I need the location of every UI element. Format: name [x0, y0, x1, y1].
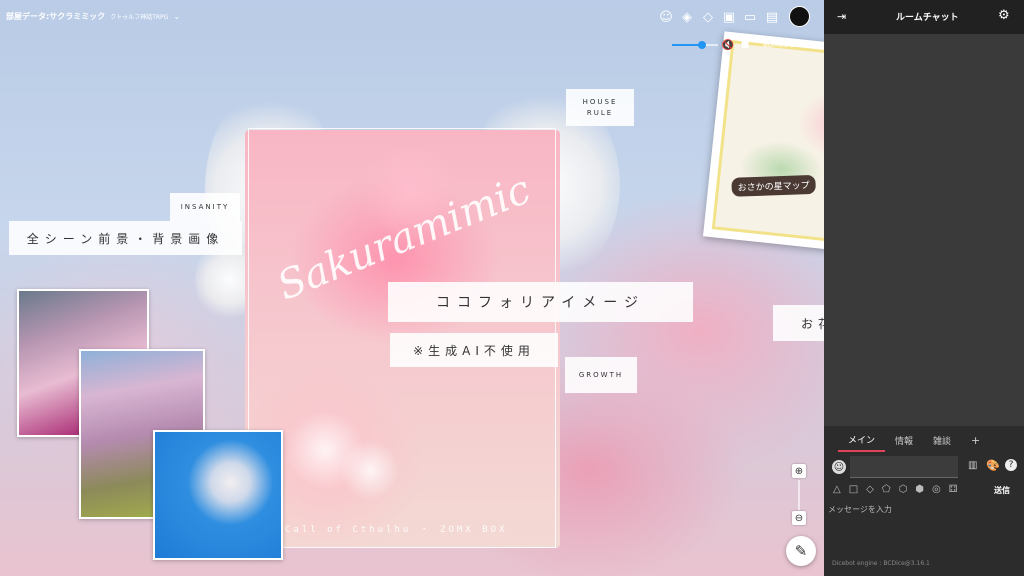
scene-label-text: 全シーン前景・背景画像 — [26, 231, 225, 246]
d12-icon[interactable]: ⬡ — [899, 484, 908, 495]
dice-toolbar: △ □ ◇ ⬠ ⬡ ⬢ ◎ ⚃ — [833, 484, 957, 495]
room-chat-panel: ⇥ ルームチャット ⚙ メイン 情報 雑談 + ☺ ▥ 🎨 ? △ □ ◇ ⬠ … — [824, 0, 1024, 576]
layers-icon[interactable]: ◈ — [679, 9, 695, 25]
message-placeholder: メッセージを入力 — [828, 505, 892, 514]
d6-icon[interactable]: □ — [849, 484, 858, 495]
collapse-icon[interactable]: ⇥ — [837, 10, 846, 23]
dicebot-text: Dicebot engine : BCDice@3.16.1 — [832, 560, 930, 567]
dice-icon[interactable]: ⚃ — [949, 484, 958, 495]
hanami-map: おさかの星マップ — [711, 40, 824, 256]
hanami-map-label-text: お花見スポットマップ — [800, 316, 824, 331]
board[interactable]: Sakuramimic Call of Cthulhu ・ ZOMX BOX 全… — [0, 0, 824, 576]
dicebot-label[interactable]: Dicebot engine : BCDice@3.16.1 — [832, 560, 930, 567]
send-button[interactable]: 送信 — [994, 485, 1010, 496]
photo-blue-sky-blossoms[interactable] — [153, 430, 283, 560]
hanami-map-card[interactable]: おさかの星マップ — [702, 31, 824, 265]
house-rule-tag-text: HOUSE RULE — [582, 97, 618, 117]
volume-slider[interactable] — [672, 41, 718, 49]
scene-label[interactable]: 全シーン前景・背景画像 — [9, 221, 242, 255]
cocofolia-image-label-text: ココフォリアイメージ — [435, 295, 646, 311]
character-name-field[interactable] — [850, 456, 958, 478]
bgm-track-2[interactable]: BGM02 — [790, 41, 815, 49]
hanami-map-label[interactable]: お花見スポットマップ — [773, 305, 824, 341]
zoom-track[interactable] — [798, 480, 800, 510]
bgm-track-1[interactable]: BGM01 — [763, 41, 788, 49]
image-icon[interactable]: ▤ — [764, 9, 780, 25]
add-tab-button[interactable]: + — [961, 428, 990, 452]
cocofolia-image-label[interactable]: ココフォリアイメージ — [388, 282, 693, 322]
no-ai-label-text: ※生成AI不使用 — [413, 343, 535, 358]
chat-add-icon[interactable]: ▣ — [721, 9, 737, 25]
room-title: 部屋データ:サクラミミック — [6, 12, 106, 21]
avatar[interactable] — [789, 6, 810, 27]
no-ai-label[interactable]: ※生成AI不使用 — [390, 333, 558, 367]
room-subtitle: クトゥルフ神話TRPG — [110, 14, 169, 21]
chat-compose: ☺ ▥ 🎨 ? △ □ ◇ ⬠ ⬡ ⬢ ◎ ⚃ 送信 メッセージを入力 Dice… — [824, 452, 1024, 576]
zoom-out-button[interactable]: ⊖ — [792, 511, 806, 525]
mute-icon[interactable]: 🔇 — [720, 37, 736, 53]
notes-icon[interactable]: ▥ — [968, 460, 977, 471]
volume-thumb[interactable] — [697, 41, 706, 49]
character-face-icon[interactable]: ☺ — [832, 460, 846, 474]
d100-icon[interactable]: ◎ — [932, 484, 941, 495]
d8-icon[interactable]: ◇ — [866, 484, 874, 495]
tab-chitchat[interactable]: 雑談 — [923, 428, 961, 452]
palette-icon[interactable]: 🎨 — [986, 459, 1000, 472]
chat-title: ルームチャット — [896, 13, 959, 23]
stop-icon[interactable]: ■ — [737, 37, 753, 53]
chat-tabs: メイン 情報 雑談 + — [824, 428, 1024, 452]
house-rule-tag[interactable]: HOUSE RULE — [566, 89, 634, 126]
screen-icon[interactable]: ▭ — [742, 9, 758, 25]
tab-main[interactable]: メイン — [838, 428, 886, 452]
insanity-tag[interactable]: INSANITY — [170, 193, 240, 221]
map-title: おさかの星マップ — [731, 174, 816, 197]
chat-header: ⇥ ルームチャット ⚙ — [824, 0, 1024, 34]
chat-log[interactable] — [824, 34, 1024, 426]
growth-tag-text: GROWTH — [578, 370, 624, 379]
growth-tag[interactable]: GROWTH — [565, 357, 637, 393]
face-icon[interactable]: ☺ — [658, 9, 674, 25]
d10-icon[interactable]: ⬠ — [882, 484, 891, 495]
chevron-down-icon[interactable]: ⌄ — [173, 12, 180, 21]
zoom-in-button[interactable]: ⊕ — [792, 464, 806, 478]
tab-info[interactable]: 情報 — [885, 428, 923, 452]
gear-icon[interactable]: ⚙ — [998, 8, 1010, 23]
layers-alt-icon[interactable]: ◇ — [700, 9, 716, 25]
insanity-tag-text: INSANITY — [180, 202, 230, 211]
d4-icon[interactable]: △ — [833, 484, 841, 495]
footer-script: Call of Cthulhu ・ ZOMX BOX — [285, 525, 508, 535]
message-input[interactable]: メッセージを入力 — [824, 500, 1024, 550]
d20-icon[interactable]: ⬢ — [915, 484, 924, 495]
help-icon[interactable]: ? — [1005, 459, 1017, 471]
room-title-bar[interactable]: 部屋データ:サクラミミック クトゥルフ神話TRPG ⌄ — [6, 11, 180, 22]
edit-fab-button[interactable]: ✎ — [786, 536, 816, 566]
